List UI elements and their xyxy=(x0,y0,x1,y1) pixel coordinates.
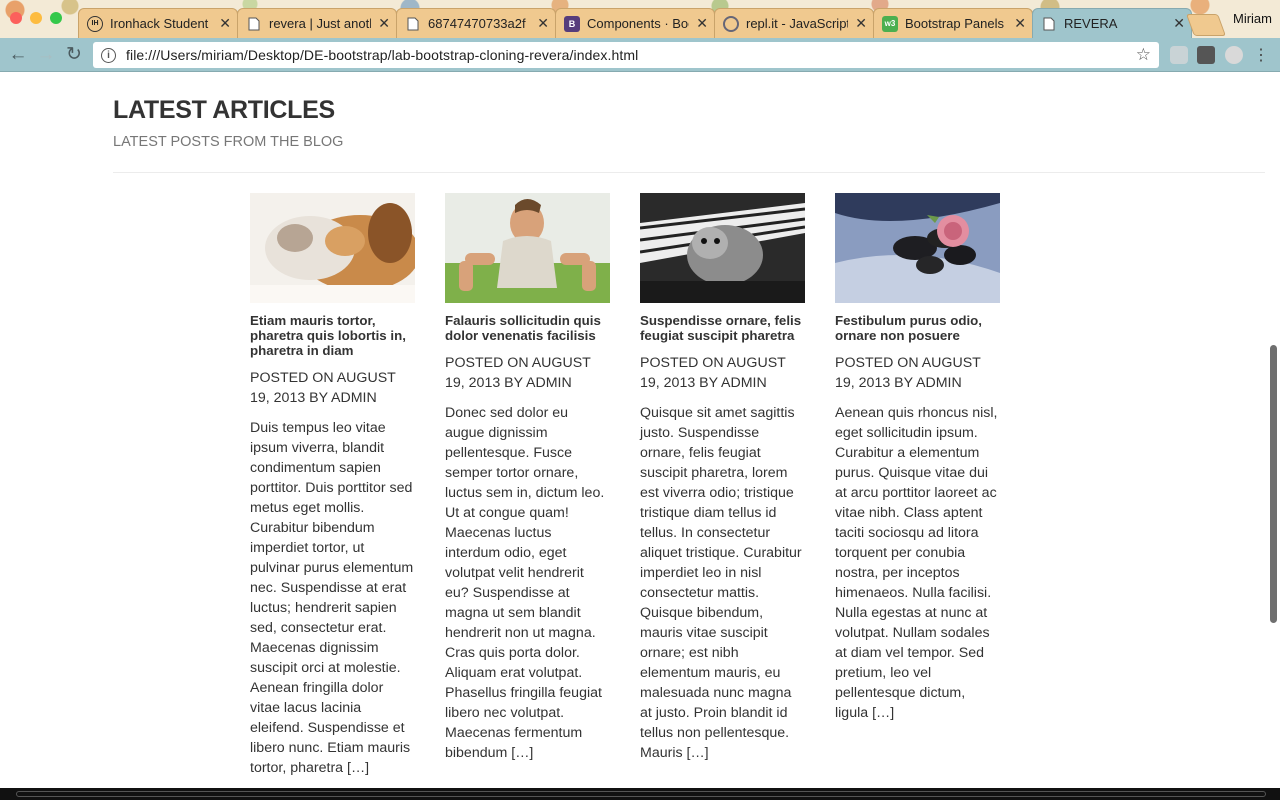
section-title: LATEST ARTICLES xyxy=(113,96,335,124)
zoom-window-button[interactable] xyxy=(50,12,62,24)
article-meta: POSTED ON AUGUST 19, 2013 BY ADMIN xyxy=(445,355,591,391)
man-pushup-photo[interactable] xyxy=(445,193,610,303)
article-title-link[interactable]: Etiam mauris tortor, pharetra quis lobor… xyxy=(250,313,415,358)
repl-icon xyxy=(723,15,739,32)
tab-title: Bootstrap Panels xyxy=(905,16,1005,31)
tab-bootstrap-panels[interactable]: w3 Bootstrap Panels ✕ xyxy=(873,8,1033,38)
kitten-piano-photo[interactable] xyxy=(640,193,805,303)
minimize-window-button[interactable] xyxy=(30,12,42,24)
tab-ironhack[interactable]: IH Ironhack Student ✕ xyxy=(78,8,238,38)
new-tab-button[interactable] xyxy=(1185,14,1227,36)
web-page: LATEST ARTICLES LATEST POSTS FROM THE BL… xyxy=(0,72,1280,788)
tab-title: REVERA xyxy=(1064,16,1118,31)
article-excerpt: Aenean quis rhoncus nisl, eget sollicitu… xyxy=(835,405,998,721)
horizontal-scrollbar-thumb[interactable] xyxy=(16,791,1266,797)
tab-replit[interactable]: repl.it - JavaScript ✕ xyxy=(714,8,874,38)
rose-stones-photo[interactable] xyxy=(835,193,1000,303)
w3-icon: w3 xyxy=(882,15,898,32)
tab-close-icon[interactable]: ✕ xyxy=(1173,15,1185,32)
article-title-link[interactable]: Suspendisse ornare, felis feugiat suscip… xyxy=(640,313,805,343)
ih-icon: IH xyxy=(87,15,103,32)
tab-title: revera | Just anoth xyxy=(269,16,372,31)
menu-kebab-icon[interactable]: ⋮ xyxy=(1253,46,1269,64)
url-text[interactable]: file:///Users/miriam/Desktop/DE-bootstra… xyxy=(126,47,1136,63)
tab-close-icon[interactable]: ✕ xyxy=(696,15,708,32)
tab-close-icon[interactable]: ✕ xyxy=(378,15,390,32)
article-card: Etiam mauris tortor, pharetra quis lobor… xyxy=(250,193,415,778)
pocket-icon[interactable] xyxy=(1197,46,1215,64)
window-controls xyxy=(10,12,62,24)
tab-title: Components · Boo xyxy=(587,16,690,31)
reload-icon[interactable]: ↻ xyxy=(61,42,87,68)
article-excerpt: Duis tempus leo vitae ipsum viverra, bla… xyxy=(250,420,414,776)
page-icon xyxy=(246,16,262,32)
close-window-button[interactable] xyxy=(10,12,22,24)
article-meta: POSTED ON AUGUST 19, 2013 BY ADMIN xyxy=(250,370,396,406)
tab-close-icon[interactable]: ✕ xyxy=(537,15,549,32)
info-icon[interactable]: i xyxy=(101,47,116,63)
address-bar[interactable]: i file:///Users/miriam/Desktop/DE-bootst… xyxy=(93,42,1159,68)
back-arrow-icon[interactable]: ← xyxy=(5,42,31,68)
tab-title: Ironhack Student xyxy=(110,16,209,31)
article-card: Festibulum purus odio, ornare non posuer… xyxy=(835,193,1000,723)
extension-icon[interactable] xyxy=(1170,46,1188,64)
article-title-link[interactable]: Falauris sollicitudin quis dolor venenat… xyxy=(445,313,610,343)
tab-title: 68747470733a2f xyxy=(428,16,526,31)
page-icon xyxy=(405,16,421,32)
browser-tab-strip: IH Ironhack Student ✕ revera | Just anot… xyxy=(0,0,1280,38)
article-meta: POSTED ON AUGUST 19, 2013 BY ADMIN xyxy=(640,355,786,391)
extension-circle-icon[interactable] xyxy=(1225,46,1243,64)
tab-close-icon[interactable]: ✕ xyxy=(855,15,867,32)
tab-close-icon[interactable]: ✕ xyxy=(219,15,231,32)
tab-revera-active[interactable]: REVERA ✕ xyxy=(1032,8,1192,38)
tab-revera-theme[interactable]: revera | Just anoth ✕ xyxy=(237,8,397,38)
tab-close-icon[interactable]: ✕ xyxy=(1014,15,1026,32)
article-card: Suspendisse ornare, felis feugiat suscip… xyxy=(640,193,805,763)
bootstrap-icon: B xyxy=(564,15,580,32)
tab-bootstrap-components[interactable]: B Components · Boo ✕ xyxy=(555,8,715,38)
cat-and-dog-photo[interactable] xyxy=(250,193,415,303)
scrollbar-thumb[interactable] xyxy=(1270,345,1277,623)
article-excerpt: Donec sed dolor eu augue dignissim pelle… xyxy=(445,405,605,761)
tab-title: repl.it - JavaScript xyxy=(746,16,849,31)
article-title-link[interactable]: Festibulum purus odio, ornare non posuer… xyxy=(835,313,1000,343)
article-meta: POSTED ON AUGUST 19, 2013 BY ADMIN xyxy=(835,355,981,391)
browser-toolbar: ← → ↻ i file:///Users/miriam/Desktop/DE-… xyxy=(0,38,1280,72)
section-subtitle: LATEST POSTS FROM THE BLOG xyxy=(113,134,344,150)
article-excerpt: Quisque sit amet sagittis justo. Suspend… xyxy=(640,405,802,761)
bookmark-star-icon[interactable]: ☆ xyxy=(1136,45,1151,65)
profile-name[interactable]: Miriam xyxy=(1233,11,1272,26)
forward-arrow-icon[interactable]: → xyxy=(33,42,59,68)
divider xyxy=(113,172,1265,173)
article-card: Falauris sollicitudin quis dolor venenat… xyxy=(445,193,610,763)
page-icon xyxy=(1041,16,1057,32)
tab-image-url[interactable]: 68747470733a2f ✕ xyxy=(396,8,556,38)
